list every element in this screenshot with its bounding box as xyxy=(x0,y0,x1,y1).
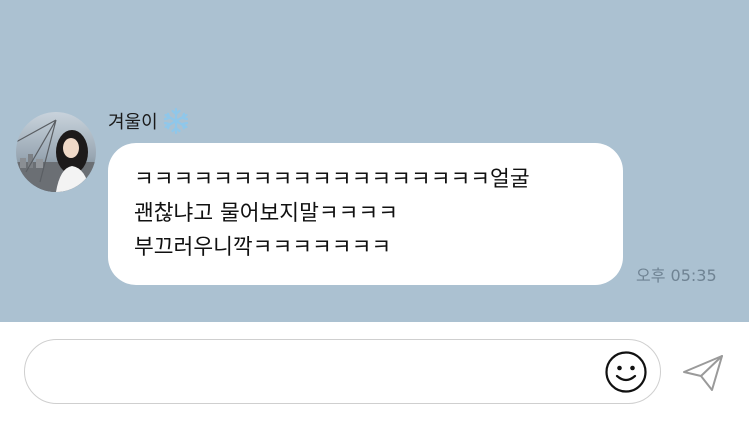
avatar-photo xyxy=(16,112,96,192)
sender-name: 겨울이 xyxy=(108,112,158,133)
message-line: 괜찮냐고 물어보지말ㅋㅋㅋㅋ xyxy=(134,201,398,226)
message-timestamp: 오후 05:35 xyxy=(636,266,717,285)
chat-area: 겨울이 ㅋㅋㅋㅋㅋㅋㅋㅋㅋㅋㅋㅋㅋㅋㅋㅋㅋㅋ얼굴 괜찮냐고 물어보지말ㅋㅋㅋㅋ xyxy=(0,0,749,322)
avatar[interactable] xyxy=(16,112,96,192)
snowflake-icon xyxy=(162,107,190,135)
smiley-icon xyxy=(605,351,647,393)
message-line: 부끄러우니깍ㅋㅋㅋㅋㅋㅋㅋ xyxy=(134,235,392,260)
input-bar xyxy=(0,322,749,421)
message-line: ㅋㅋㅋㅋㅋㅋㅋㅋㅋㅋㅋㅋㅋㅋㅋㅋㅋㅋ얼굴 xyxy=(134,167,530,192)
message-bubble[interactable]: ㅋㅋㅋㅋㅋㅋㅋㅋㅋㅋㅋㅋㅋㅋㅋㅋㅋㅋ얼굴 괜찮냐고 물어보지말ㅋㅋㅋㅋ 부끄러우… xyxy=(108,143,623,285)
send-button[interactable] xyxy=(679,351,727,395)
sender: 겨울이 xyxy=(108,106,190,136)
send-icon xyxy=(683,355,723,391)
message-input[interactable] xyxy=(24,339,661,404)
emoji-button[interactable] xyxy=(603,349,649,395)
